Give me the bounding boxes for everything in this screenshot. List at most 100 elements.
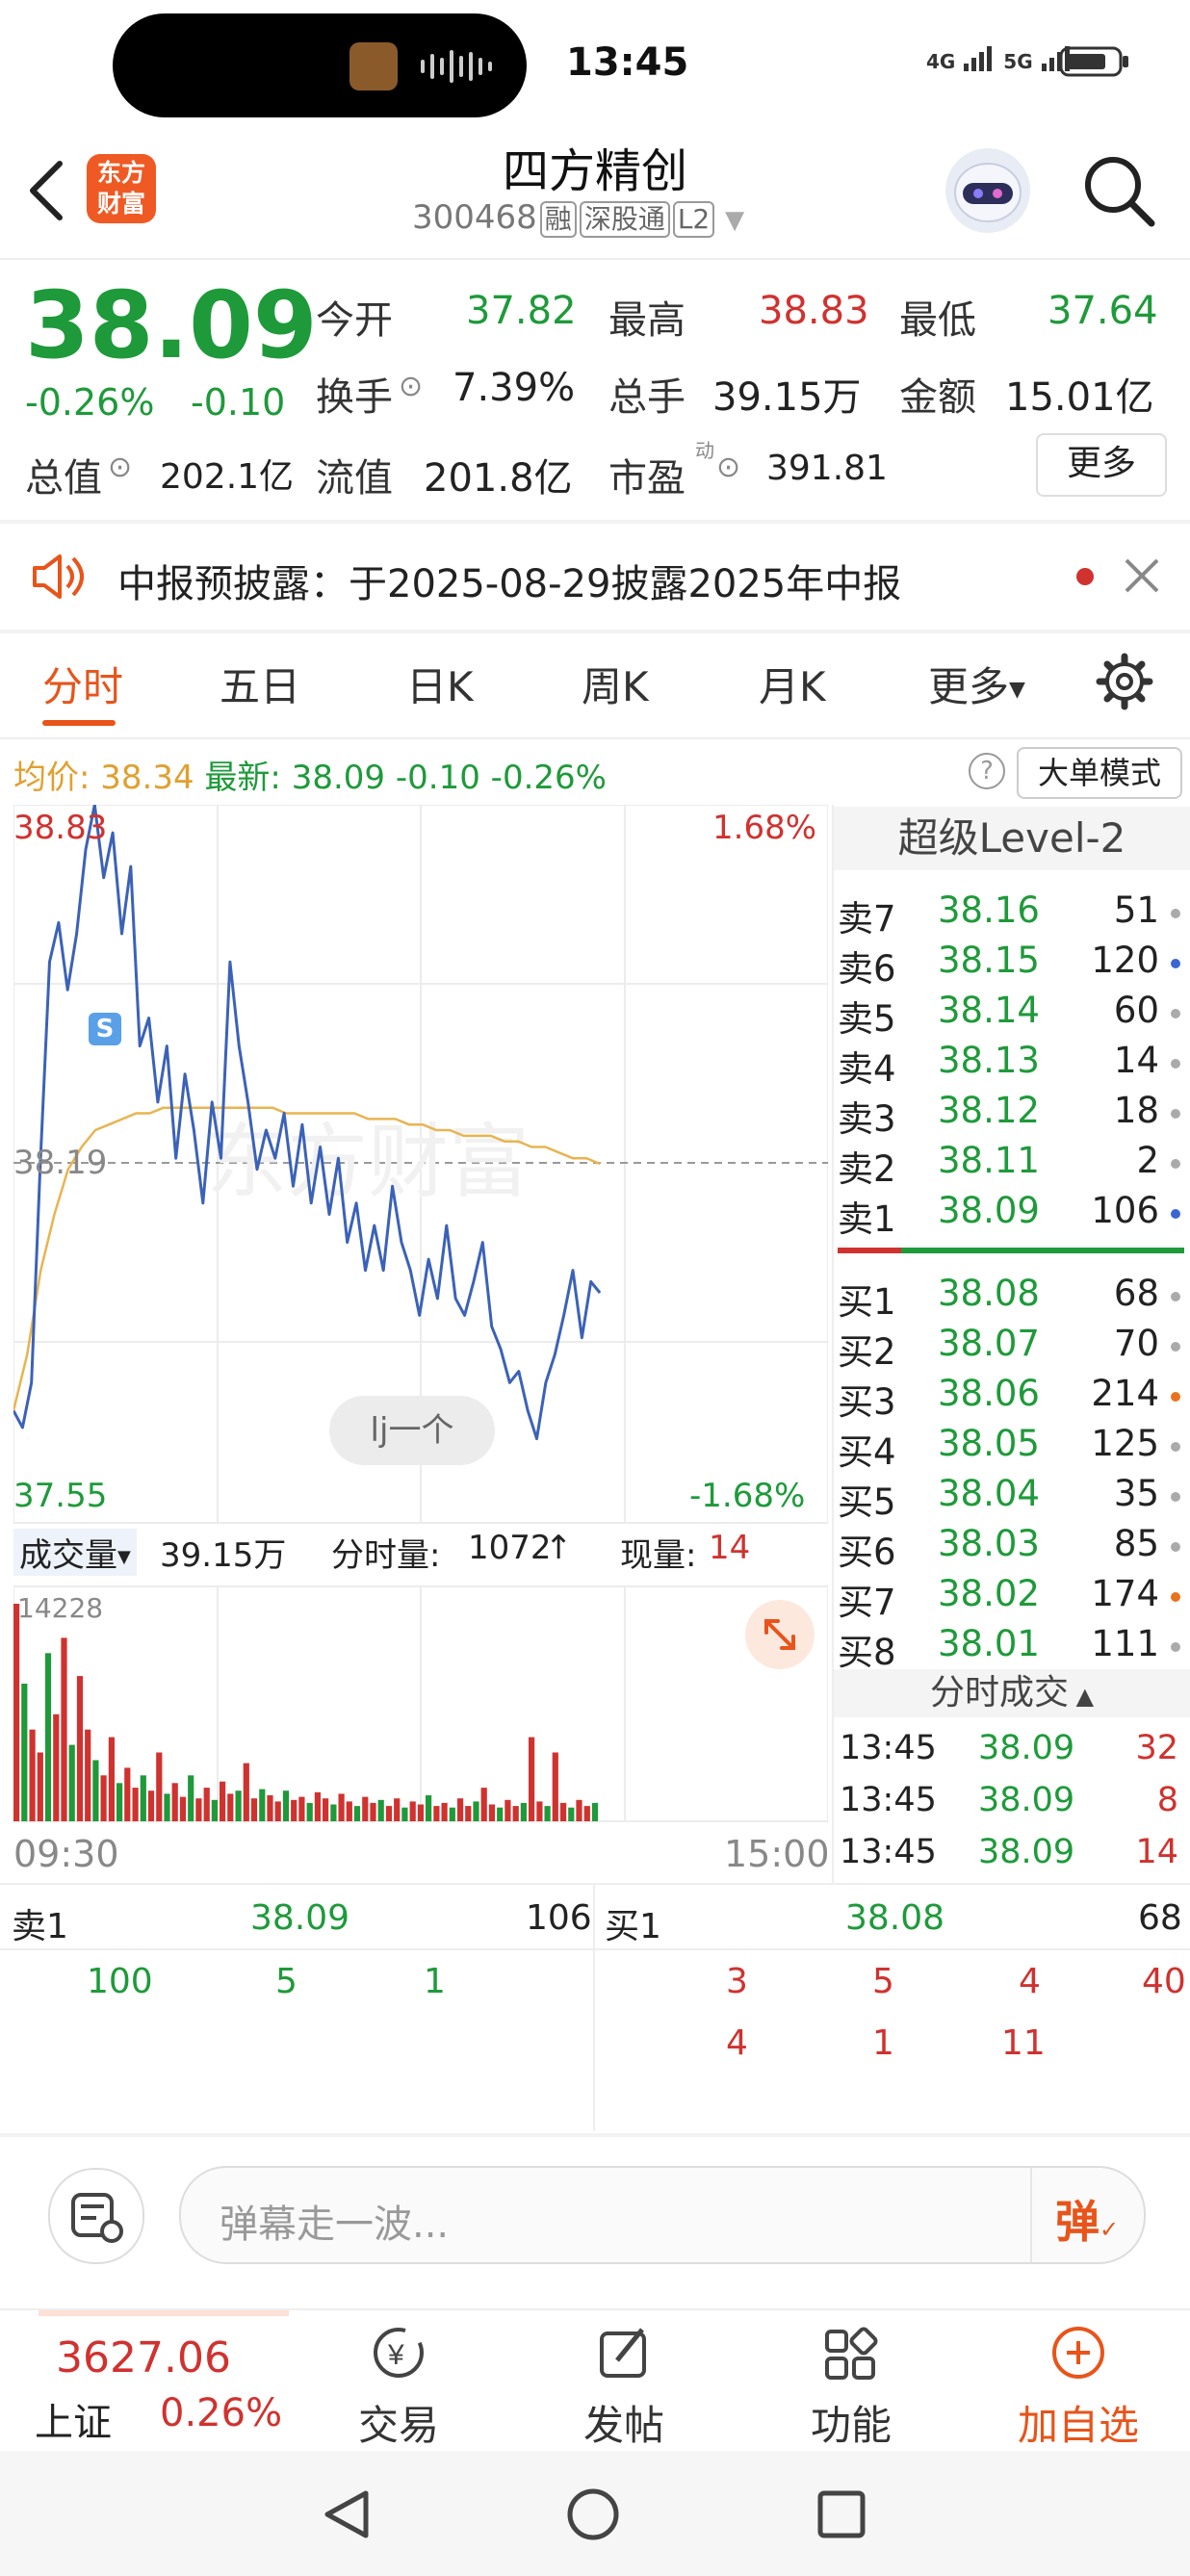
danmaku-placeholder: 弹幕走一波... <box>220 2202 450 2247</box>
queue-sell-price: 38.09 <box>250 1898 350 1938</box>
volume-bar <box>330 1804 337 1821</box>
buy-order-qty: 5 <box>872 1962 894 2001</box>
settings-gear-icon[interactable] <box>1096 653 1153 714</box>
tab-intraday[interactable]: 分时 <box>42 655 123 713</box>
help-icon[interactable]: ? <box>969 753 1005 789</box>
volume-bar <box>314 1791 321 1821</box>
time-start: 09:30 <box>13 1833 119 1875</box>
volume-bar <box>179 1796 187 1821</box>
trades-header-label: 分时成交 <box>929 1673 1069 1713</box>
ask-row[interactable]: 卖4 38.13 14 <box>838 1040 1184 1090</box>
tab-more[interactable]: 更多▼ <box>928 655 1025 713</box>
notice-banner[interactable]: 中报预披露：于2025-08-29披露2025年中报 <box>0 524 1190 630</box>
search-icon[interactable] <box>1080 152 1157 233</box>
nav-home-circle-icon[interactable] <box>564 2486 622 2543</box>
tab-monthly-k[interactable]: 月K <box>759 655 826 713</box>
bid-row[interactable]: 买6 38.03 85 <box>838 1523 1184 1573</box>
queue-sell-qty: 106 <box>526 1898 592 1938</box>
order-dot-icon <box>1171 1442 1180 1452</box>
robot-assistant-icon[interactable] <box>945 148 1030 233</box>
tab-daily-k[interactable]: 日K <box>406 655 474 713</box>
turnover-value: 7.39% <box>453 366 576 410</box>
caret-down-icon: ▼ <box>117 1547 131 1567</box>
info-icon[interactable]: ⊙ <box>399 370 423 403</box>
volume-bar <box>591 1802 599 1821</box>
ask-row[interactable]: 卖7 38.16 51 <box>838 889 1184 940</box>
level-qty: 120 <box>1091 940 1159 981</box>
queue-sell-label: 卖1 <box>12 1907 68 1946</box>
order-dot-icon <box>1171 1342 1180 1352</box>
info-icon[interactable]: ⊙ <box>716 451 740 484</box>
trade-row: 13:45 38.09 14 <box>838 1833 1184 1883</box>
bid-row[interactable]: 买3 38.06 214 <box>838 1373 1184 1423</box>
nav-add-watchlist[interactable]: 加自选 <box>1001 2324 1155 2452</box>
bid-row[interactable]: 买8 38.01 111 <box>838 1623 1184 1673</box>
ask-row[interactable]: 卖6 38.15 120 <box>838 940 1184 990</box>
level-price: 38.05 <box>938 1423 1040 1464</box>
intraday-chart[interactable]: 东方财富 <box>13 805 828 1883</box>
volume-bar <box>243 1763 249 1821</box>
volume-bar <box>13 1604 20 1821</box>
amount-value: 15.01亿 <box>1005 375 1154 420</box>
volume-bar <box>259 1789 266 1821</box>
volume-bar <box>401 1807 408 1821</box>
tick-volume: 1072 <box>468 1529 552 1567</box>
index-pct: 0.26% <box>160 2391 283 2435</box>
nav-functions[interactable]: 功能 <box>793 2324 909 2452</box>
nav-add-watchlist-label: 加自选 <box>1017 2402 1139 2449</box>
volume-selector[interactable]: 成交量▼ <box>13 1529 137 1576</box>
more-quote-button[interactable]: 更多 <box>1036 433 1167 497</box>
level-qty: 214 <box>1091 1373 1159 1414</box>
level-label: 买2 <box>838 1331 896 1373</box>
bottom-bar: 3627.06 上证 0.26% ¥ 交易 发帖 功能 加自选 <box>0 2308 1190 2451</box>
y-max-pct: 1.68% <box>712 809 817 847</box>
danmaku-list-button[interactable] <box>48 2168 144 2264</box>
volume-bar <box>552 1752 558 1821</box>
nav-recents-square-icon[interactable] <box>813 2486 870 2543</box>
s-badge[interactable]: S <box>89 1013 121 1045</box>
bid-row[interactable]: 买5 38.04 35 <box>838 1473 1184 1523</box>
ask-row[interactable]: 卖5 38.14 60 <box>838 990 1184 1040</box>
volume-bar <box>53 1713 60 1821</box>
ask-row[interactable]: 卖2 38.11 2 <box>838 1140 1184 1190</box>
stock-code-row[interactable]: 300468 融深股通 L2 ▼ <box>412 198 744 238</box>
close-icon[interactable] <box>1121 554 1163 601</box>
bid-row[interactable]: 买7 38.02 174 <box>838 1573 1184 1623</box>
latest-value: 38.09 <box>291 759 386 797</box>
last-price: 38.09 <box>25 271 318 379</box>
big-order-mode-button[interactable]: 大单模式 <box>1017 747 1182 799</box>
tab-weekly-k[interactable]: 周K <box>582 655 649 713</box>
danmaku-send-button[interactable]: 弹✓ <box>1055 2187 1119 2251</box>
divider <box>0 2133 1190 2137</box>
volume-bar <box>274 1801 281 1821</box>
sell-order-qty: 5 <box>275 1962 298 2001</box>
info-icon[interactable]: ⊙ <box>108 451 132 484</box>
caret-up-icon: ▲ <box>1068 1683 1095 1710</box>
index-name: 上证 <box>35 2401 112 2445</box>
expand-button[interactable] <box>745 1600 815 1669</box>
level-label: 买5 <box>838 1481 896 1523</box>
nav-back-triangle-icon[interactable] <box>318 2486 375 2543</box>
danmaku-input[interactable]: 弹幕走一波... 弹✓ <box>179 2166 1146 2264</box>
volume-bar <box>583 1806 590 1821</box>
tab-five-day[interactable]: 五日 <box>220 655 300 713</box>
bid-row[interactable]: 买2 38.07 70 <box>838 1323 1184 1373</box>
queue-buy-label: 买1 <box>605 1907 661 1946</box>
high-value: 38.83 <box>759 289 869 333</box>
ask-row[interactable]: 卖1 38.09 106 <box>838 1190 1184 1240</box>
ask-row[interactable]: 卖3 38.12 18 <box>838 1090 1184 1140</box>
volume-bar <box>282 1790 290 1821</box>
level-price: 38.11 <box>938 1140 1040 1181</box>
level2-header[interactable]: 超级Level-2 <box>834 807 1190 870</box>
nav-post[interactable]: 发帖 <box>566 2324 682 2452</box>
buy-order-qty: 11 <box>1001 2023 1046 2063</box>
nav-trade[interactable]: ¥ 交易 <box>341 2324 456 2452</box>
index-ticker[interactable]: 3627.06 上证 0.26% <box>0 2310 327 2451</box>
trades-header[interactable]: 分时成交 ▲ <box>834 1669 1190 1717</box>
nav-trade-label: 交易 <box>357 2402 439 2449</box>
bid-row[interactable]: 买1 38.08 68 <box>838 1273 1184 1323</box>
level-label: 买8 <box>838 1632 896 1673</box>
mktcap-label: 总值 <box>25 456 102 501</box>
bid-row[interactable]: 买4 38.05 125 <box>838 1423 1184 1473</box>
trade-time: 13:45 <box>840 1833 937 1871</box>
